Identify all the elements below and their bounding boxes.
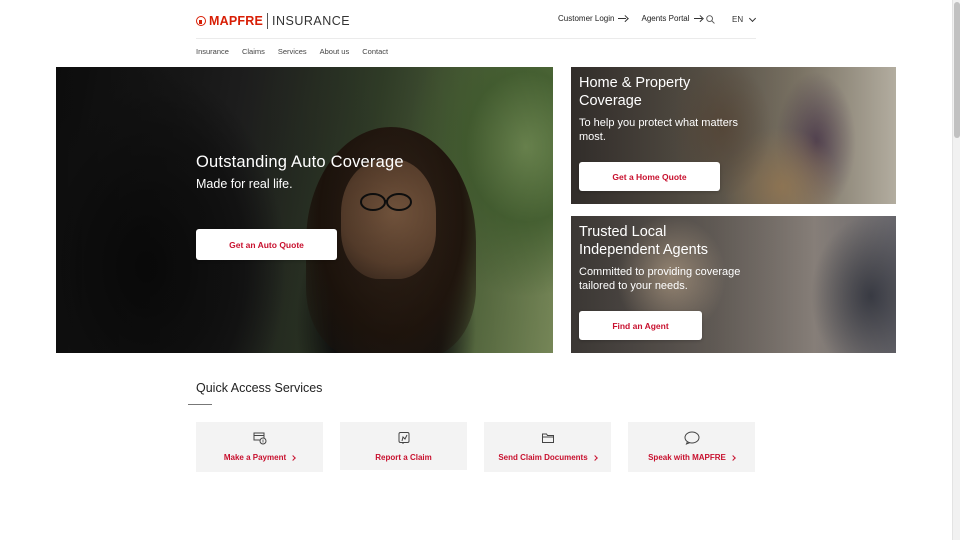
nav-item-insurance[interactable]: Insurance — [196, 47, 229, 56]
logo-brand: MAPFRE — [209, 14, 263, 28]
main-nav: Insurance Claims Services About us Conta… — [196, 47, 401, 56]
report-claim-label: Report a Claim — [375, 453, 431, 462]
nav-item-contact[interactable]: Contact — [362, 47, 388, 56]
hero-overlay — [56, 67, 553, 353]
arrow-right-icon — [693, 16, 703, 22]
make-payment-card[interactable]: Make a Payment — [196, 422, 323, 472]
chevron-right-icon — [290, 454, 296, 461]
make-payment-text: Make a Payment — [223, 453, 287, 462]
nav-item-about-us[interactable]: About us — [320, 47, 350, 56]
auto-hero-banner: Outstanding Auto Coverage Made for real … — [56, 67, 553, 353]
quick-access-title: Quick Access Services — [196, 381, 323, 395]
nav-item-claims[interactable]: Claims — [242, 47, 265, 56]
chevron-down-icon — [749, 14, 757, 22]
agents-hero-text: Committed to providing coverage tailored… — [579, 266, 741, 292]
logo-sub: INSURANCE — [271, 14, 351, 28]
scrollbar-thumb[interactable] — [954, 2, 960, 138]
chevron-right-icon — [591, 454, 598, 461]
mapfre-logo[interactable]: MAPFRE INSURANCE — [196, 13, 350, 29]
agents-portal-link[interactable]: Agents Portal — [641, 14, 702, 23]
auto-hero-tagline: Made for real life. — [196, 177, 293, 191]
speak-with-mapfre-card[interactable]: Speak with MAPFRE — [628, 422, 755, 472]
agents-hero-title: Trusted Local Independent Agents — [579, 224, 709, 258]
send-claim-documents-text: Send Claim Documents — [498, 453, 588, 462]
arrow-right-icon — [618, 16, 627, 22]
get-home-quote-button[interactable]: Get a Home Quote — [579, 162, 720, 191]
home-hero-title: Home & Property Coverage — [579, 75, 691, 109]
folder-icon — [541, 433, 554, 443]
speak-with-mapfre-text: Speak with MAPFRE — [648, 453, 726, 462]
nav-item-services[interactable]: Services — [278, 47, 307, 56]
report-claim-card[interactable]: Report a Claim — [340, 422, 467, 470]
home-hero-text: To help you protect what matters most. — [579, 117, 738, 143]
agents-portal-label: Agents Portal — [641, 14, 690, 23]
make-payment-label: Make a Payment — [223, 453, 296, 462]
speak-with-mapfre-label: Speak with MAPFRE — [648, 453, 736, 462]
report-claim-text: Report a Claim — [375, 453, 432, 462]
auto-hero-title: Outstanding Auto Coverage — [196, 153, 404, 171]
page: MAPFRE INSURANCE Customer Login Agents P… — [0, 0, 952, 540]
send-claim-documents-card[interactable]: Send Claim Documents — [484, 422, 611, 472]
send-claim-documents-label: Send Claim Documents — [498, 453, 598, 462]
report-claim-icon — [398, 432, 409, 444]
mapfre-logo-icon — [196, 16, 206, 26]
customer-login-link[interactable]: Customer Login — [558, 14, 627, 23]
header-divider — [196, 38, 756, 39]
auto-hero-content: Outstanding Auto Coverage Made for real … — [196, 153, 404, 191]
find-agent-button[interactable]: Find an Agent — [579, 311, 702, 340]
language-selector[interactable]: EN — [732, 14, 757, 24]
get-auto-quote-button[interactable]: Get an Auto Quote — [196, 229, 337, 260]
payment-icon — [253, 432, 266, 445]
language-label: EN — [732, 15, 744, 24]
customer-login-label: Customer Login — [558, 14, 615, 23]
top-links: Customer Login Agents Portal — [558, 14, 717, 23]
logo-divider — [266, 13, 268, 29]
home-hero-content: Home & Property Coverage To help you pro… — [579, 74, 749, 144]
page-scrollbar[interactable] — [952, 0, 960, 540]
quick-access-underline — [188, 404, 212, 405]
search-icon[interactable] — [706, 15, 715, 24]
chevron-right-icon — [730, 454, 736, 461]
agents-hero-content: Trusted Local Independent Agents Committ… — [579, 223, 744, 293]
chat-bubble-icon — [684, 431, 699, 445]
